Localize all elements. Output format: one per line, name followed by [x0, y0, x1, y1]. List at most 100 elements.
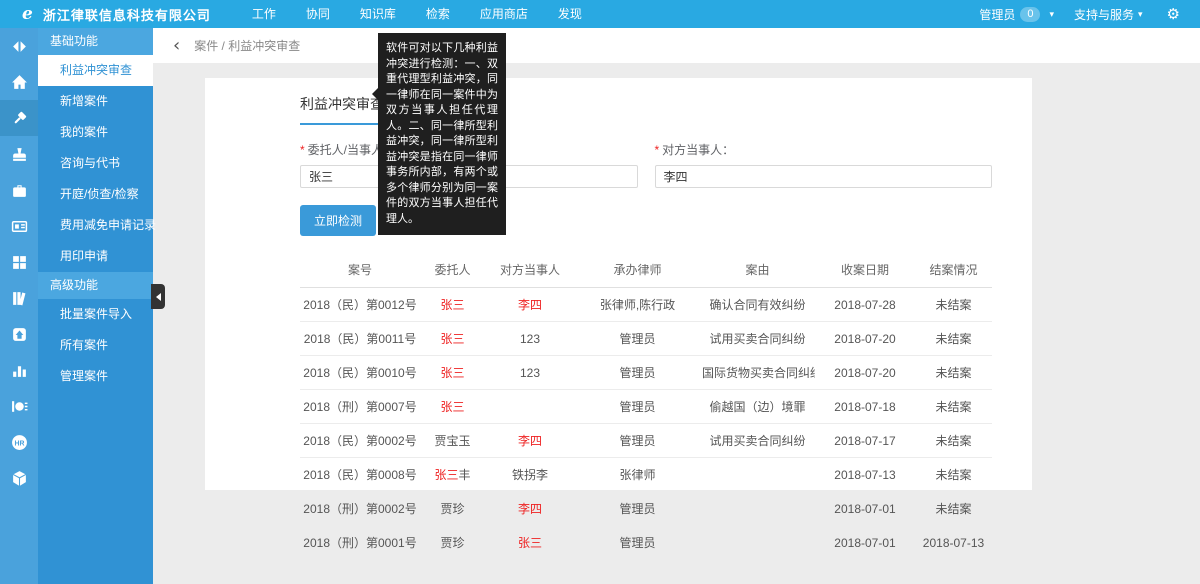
table-cell: 未结案	[915, 356, 992, 390]
report-icon[interactable]	[0, 388, 38, 424]
table-cell: 李四	[485, 492, 575, 526]
table-row[interactable]: 2018（民）第0002号贾宝玉李四管理员试用买卖合同纠纷2018-07-17未…	[300, 424, 992, 458]
table-cell: 2018-07-20	[815, 356, 915, 390]
table-cell	[485, 390, 575, 424]
table-cell: 试用买卖合同纠纷	[700, 322, 815, 356]
sidebar-item[interactable]: 咨询与代书	[38, 148, 153, 179]
table-cell: 未结案	[915, 390, 992, 424]
support-menu[interactable]: 支持与服务 ▾	[1064, 6, 1153, 23]
table-cell: 张三丰	[420, 458, 485, 492]
detect-now-button[interactable]: 立即检测	[300, 205, 376, 236]
table-row[interactable]: 2018（民）第0012号张三李四张律师,陈行政确认合同有效纠纷2018-07-…	[300, 288, 992, 322]
nav-item[interactable]: 知识库	[345, 0, 411, 28]
sidebar: 基础功能利益冲突审查新增案件我的案件咨询与代书开庭/侦查/检察费用减免申请记录用…	[38, 28, 153, 584]
table-cell: 2018（民）第0011号	[300, 322, 420, 356]
sidebar-item[interactable]: 我的案件	[38, 117, 153, 148]
stamp-icon[interactable]	[0, 136, 38, 172]
sidebar-item[interactable]: 利益冲突审查	[38, 55, 153, 86]
table-cell: 2018（刑）第0001号	[300, 526, 420, 560]
table-cell: 2018-07-18	[815, 390, 915, 424]
cube-icon[interactable]	[0, 460, 38, 496]
sidebar-item[interactable]: 批量案件导入	[38, 299, 153, 330]
gavel-icon[interactable]	[0, 100, 38, 136]
table-cell: 张三	[420, 356, 485, 390]
nav-item[interactable]: 检索	[411, 0, 465, 28]
upload-icon[interactable]	[0, 316, 38, 352]
table-row[interactable]: 2018（刑）第0007号张三管理员偷越国（边）境罪2018-07-18未结案	[300, 390, 992, 424]
sidebar-item[interactable]: 费用减免申请记录	[38, 210, 153, 241]
column-header: 对方当事人	[485, 252, 575, 288]
column-header: 案由	[700, 252, 815, 288]
nav-item[interactable]: 应用商店	[465, 0, 543, 28]
back-icon[interactable]: ‹	[173, 38, 180, 54]
table-cell: 管理员	[575, 322, 700, 356]
table-cell: 2018（刑）第0007号	[300, 390, 420, 424]
opponent-field-group: *对方当事人：	[655, 137, 993, 188]
svg-text:HR: HR	[14, 440, 24, 447]
gear-icon[interactable]: ⚙	[1167, 5, 1180, 23]
table-cell: 未结案	[915, 322, 992, 356]
required-mark: *	[655, 143, 660, 157]
sidebar-section-header: 基础功能	[38, 28, 153, 55]
column-header: 承办律师	[575, 252, 700, 288]
table-cell: 李四	[485, 288, 575, 322]
user-menu[interactable]: 管理员 0 ▾	[969, 6, 1064, 23]
table-cell: 贾宝玉	[420, 424, 485, 458]
table-cell: 张三	[420, 288, 485, 322]
column-header: 案号	[300, 252, 420, 288]
sidebar-item[interactable]: 用印申请	[38, 241, 153, 272]
grid-icon[interactable]	[0, 244, 38, 280]
sidebar-item[interactable]: 开庭/侦查/检察	[38, 179, 153, 210]
results-table: 案号委托人对方当事人承办律师案由收案日期结案情况 2018（民）第0012号张三…	[300, 252, 992, 560]
nav-item[interactable]: 发现	[543, 0, 597, 28]
table-cell: 未结案	[915, 424, 992, 458]
sidebar-collapse-handle[interactable]	[151, 284, 165, 309]
nav-item[interactable]: 工作	[237, 0, 291, 28]
briefcase-icon[interactable]	[0, 172, 38, 208]
collapse-arrows-icon[interactable]	[0, 28, 38, 64]
table-cell: 管理员	[575, 356, 700, 390]
table-cell: 未结案	[915, 492, 992, 526]
opponent-input[interactable]	[655, 165, 993, 188]
table-cell: 管理员	[575, 492, 700, 526]
nav-item[interactable]: 协同	[291, 0, 345, 28]
table-row[interactable]: 2018（民）第0010号张三123管理员国际货物买卖合同纠纷2018-07-2…	[300, 356, 992, 390]
table-cell: 试用买卖合同纠纷	[700, 424, 815, 458]
table-cell	[700, 458, 815, 492]
table-row[interactable]: 2018（刑）第0001号贾珍张三管理员2018-07-012018-07-13	[300, 526, 992, 560]
table-row[interactable]: 2018（刑）第0002号贾珍李四管理员2018-07-01未结案	[300, 492, 992, 526]
home-icon[interactable]	[0, 64, 38, 100]
icon-rail: HR	[0, 28, 38, 584]
table-cell: 123	[485, 356, 575, 390]
app-logo-icon: e	[22, 4, 33, 24]
sidebar-item[interactable]: 新增案件	[38, 86, 153, 117]
table-row[interactable]: 2018（民）第0008号张三丰铁拐李张律师2018-07-13未结案	[300, 458, 992, 492]
table-cell: 张律师	[575, 458, 700, 492]
table-cell: 2018（民）第0010号	[300, 356, 420, 390]
user-name: 管理员	[979, 6, 1015, 23]
column-header: 委托人	[420, 252, 485, 288]
chevron-down-icon: ▾	[1138, 9, 1143, 20]
table-cell: 贾珍	[420, 492, 485, 526]
table-cell: 2018-07-13	[815, 458, 915, 492]
notification-badge: 0	[1020, 7, 1040, 22]
table-cell: 2018-07-17	[815, 424, 915, 458]
table-cell: 贾珍	[420, 526, 485, 560]
table-cell: 未结案	[915, 458, 992, 492]
bar-chart-icon[interactable]	[0, 352, 38, 388]
table-cell	[700, 492, 815, 526]
table-cell: 2018-07-13	[915, 526, 992, 560]
breadcrumb[interactable]: 案件 / 利益冲突审查	[194, 37, 300, 54]
table-cell: 2018-07-01	[815, 526, 915, 560]
column-header: 收案日期	[815, 252, 915, 288]
id-card-icon[interactable]	[0, 208, 38, 244]
sidebar-item[interactable]: 管理案件	[38, 361, 153, 392]
sidebar-item[interactable]: 所有案件	[38, 330, 153, 361]
table-row[interactable]: 2018（民）第0011号张三123管理员试用买卖合同纠纷2018-07-20未…	[300, 322, 992, 356]
table-cell: 张三	[485, 526, 575, 560]
table-cell: 国际货物买卖合同纠纷	[700, 356, 815, 390]
required-mark: *	[300, 143, 305, 157]
library-icon[interactable]	[0, 280, 38, 316]
hr-icon[interactable]: HR	[0, 424, 38, 460]
support-label: 支持与服务	[1074, 6, 1134, 23]
